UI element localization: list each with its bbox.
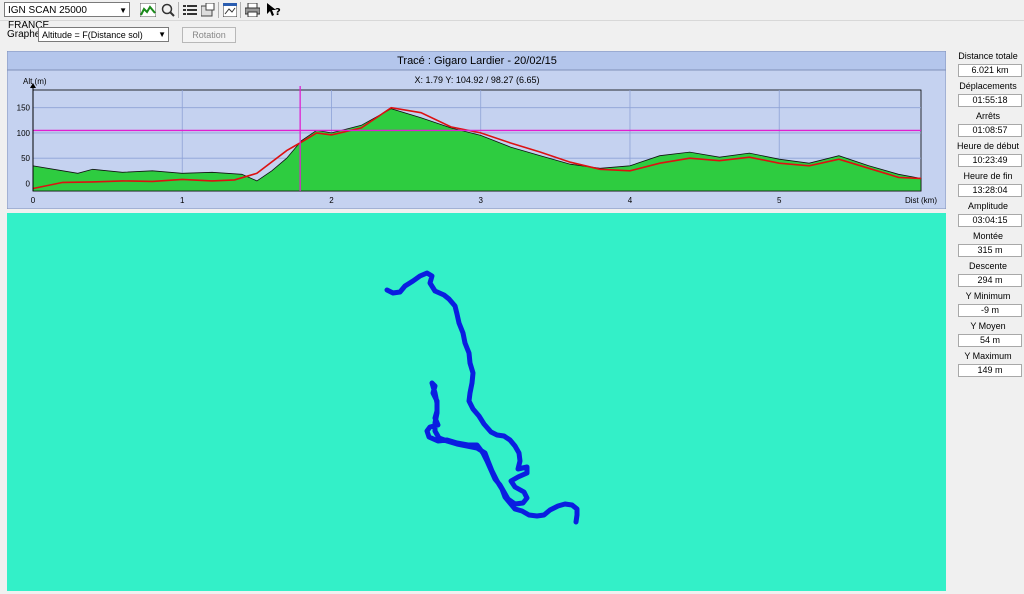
stat-label: Y Maximum (964, 351, 1012, 361)
profile-button[interactable] (140, 2, 156, 18)
gps-track-path (384, 270, 580, 525)
stat-label: Heure de début (956, 141, 1020, 151)
track-map-svg (384, 270, 580, 525)
stat-value: 6.021 km (958, 64, 1022, 77)
stat-value: -9 m (958, 304, 1022, 317)
stat-value: 54 m (958, 334, 1022, 347)
stat-label: Y Moyen (970, 321, 1006, 331)
export-icon (201, 3, 215, 17)
stat-value: 294 m (958, 274, 1022, 287)
stat-value: 03:04:15 (958, 214, 1022, 227)
print-button[interactable] (244, 2, 260, 18)
toolbar-separator (178, 2, 179, 18)
list-button[interactable] (182, 2, 198, 18)
x-axis-label: Dist (km) (905, 196, 937, 205)
stat-label: Montée (972, 231, 1004, 241)
y-tick-label: 150 (17, 104, 31, 113)
x-tick-label: 3 (479, 196, 484, 205)
x-tick-label: 4 (628, 196, 633, 205)
graph-label: Graphe (7, 29, 41, 40)
svg-text:?: ? (275, 7, 281, 17)
stat-label: Distance totale (958, 51, 1018, 61)
y-axis-label: Alt (m) (23, 77, 47, 86)
zoom-icon (161, 3, 175, 17)
chevron-down-icon: ▼ (158, 30, 166, 39)
elevation-chart: Tracé : Gigaro Lardier - 20/02/15 X: 1.7… (6, 50, 947, 210)
stat-label: Arrêts (975, 111, 1000, 121)
plot-layer: 0 1 2 3 4 5050100150 (17, 83, 922, 205)
window-icon (223, 3, 237, 17)
x-tick-label: 2 (329, 196, 334, 205)
chevron-down-icon: ▼ (119, 6, 127, 15)
y-tick-label: 0 (26, 179, 31, 188)
y-tick-label: 100 (17, 129, 31, 138)
toolbar: IGN SCAN 25000 FRANCE ▼ ? (0, 0, 1024, 31)
list-icon (183, 5, 197, 15)
x-tick-label: 1 (180, 196, 185, 205)
cursor-readout: X: 1.79 Y: 104.92 / 98.27 (6.65) (415, 75, 540, 85)
stat-value: 01:08:57 (958, 124, 1022, 137)
stat-label: Descente (968, 261, 1008, 271)
graph-type-value: Altitude = F(Distance sol) (42, 30, 143, 40)
profile-icon (140, 3, 156, 17)
help-icon: ? (267, 3, 281, 17)
window-button[interactable] (222, 2, 238, 18)
stat-value: 01:55:18 (958, 94, 1022, 107)
stat-value: 149 m (958, 364, 1022, 377)
help-button[interactable]: ? (266, 2, 282, 18)
stat-label: Heure de fin (963, 171, 1013, 181)
x-tick-label: 5 (777, 196, 782, 205)
stat-value: 10:23:49 (958, 154, 1022, 167)
stat-value: 315 m (958, 244, 1022, 257)
rotation-button[interactable]: Rotation (182, 27, 236, 43)
stat-label: Y Minimum (965, 291, 1011, 301)
x-tick-label: 0 (31, 196, 36, 205)
stat-label: Déplacements (959, 81, 1017, 91)
stat-value: 13:28:04 (958, 184, 1022, 197)
stat-label: Amplitude (967, 201, 1009, 211)
y-tick-label: 50 (21, 154, 30, 163)
export-button[interactable] (200, 2, 216, 18)
toolbar-separator (240, 2, 241, 18)
elevation-chart-svg[interactable]: Tracé : Gigaro Lardier - 20/02/15 X: 1.7… (6, 50, 947, 210)
zoom-button[interactable] (160, 2, 176, 18)
graph-controls: Graphe Altitude = F(Distance sol) ▼ Rota… (0, 24, 946, 46)
track-map[interactable] (7, 213, 946, 591)
graph-type-select[interactable]: Altitude = F(Distance sol) ▼ (38, 27, 169, 42)
map-select[interactable]: IGN SCAN 25000 FRANCE ▼ (4, 2, 130, 31)
statistics-panel: Distance totale 6.021 km Déplacements 01:55… (952, 48, 1024, 378)
print-icon (244, 3, 260, 17)
toolbar-separator (218, 2, 219, 18)
chart-title: Tracé : Gigaro Lardier - 20/02/15 (397, 55, 557, 67)
